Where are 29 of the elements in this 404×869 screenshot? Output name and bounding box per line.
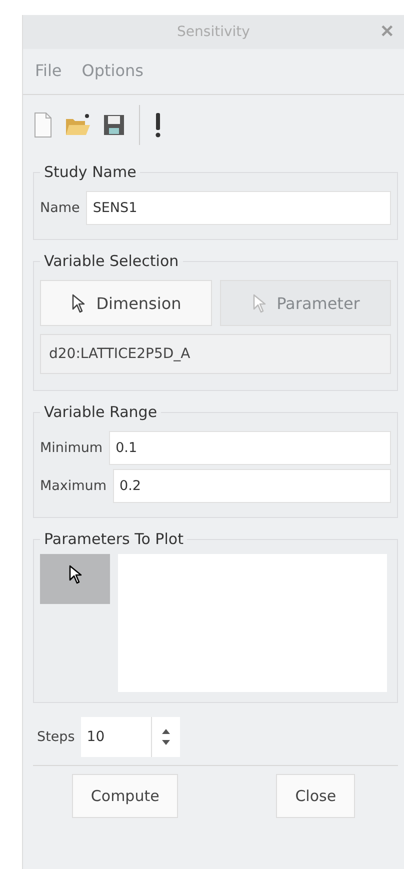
- select-button[interactable]: Dimension: [40, 280, 212, 326]
- field-label: Maximum: [40, 478, 107, 494]
- document-icon: [33, 112, 53, 138]
- window-title: Sensitivity: [177, 24, 250, 40]
- input-field[interactable]: 0.1: [108, 431, 391, 465]
- field-label: Name: [40, 200, 80, 216]
- field-label: Minimum: [40, 440, 103, 456]
- save-button[interactable]: [103, 114, 125, 136]
- open-button[interactable]: [65, 113, 91, 137]
- group-title: Variable Selection: [43, 252, 180, 270]
- group-title: Variable Range: [43, 403, 158, 421]
- push-button[interactable]: Compute: [72, 774, 178, 818]
- folder-icon: [65, 113, 91, 137]
- up-arrow-icon: [162, 728, 170, 734]
- run-button[interactable]: [154, 112, 162, 138]
- spinner-buttons[interactable]: [150, 717, 180, 757]
- exclamation-icon: [154, 112, 162, 138]
- field-label: Steps: [37, 729, 75, 745]
- group-title: Parameters To Plot: [43, 530, 184, 548]
- cursor-icon: [70, 293, 86, 313]
- push-button[interactable]: Close: [276, 774, 356, 818]
- input-field[interactable]: 0.2: [112, 469, 391, 503]
- input-field[interactable]: 10: [80, 717, 151, 757]
- cursor-icon: [250, 293, 267, 313]
- input-field[interactable]: SENS1: [86, 191, 391, 225]
- cursor-icon: [67, 564, 83, 584]
- readonly-field: d20:LATTICE2P5D_A: [40, 334, 391, 374]
- down-arrow-icon: [162, 740, 170, 746]
- group-title: Study Name: [43, 163, 138, 181]
